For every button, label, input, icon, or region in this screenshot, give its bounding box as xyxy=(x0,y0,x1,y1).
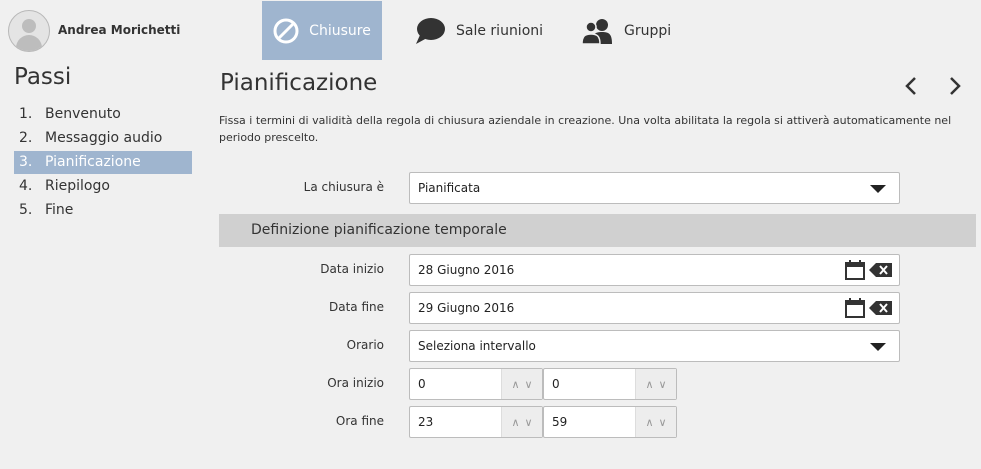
start-minutes-stepper[interactable]: 0 ∧ ∨ xyxy=(543,368,677,400)
end-hours-value: 23 xyxy=(418,415,434,429)
start-date-label: Data inizio xyxy=(320,262,384,276)
end-hours-stepper[interactable]: 23 ∧ ∨ xyxy=(409,406,543,438)
start-minutes-value: 0 xyxy=(552,377,560,391)
start-time-label: Ora inizio xyxy=(327,376,384,390)
page-description: Fissa i termini di validità della regola… xyxy=(219,114,952,144)
stepper-buttons: ∧ ∨ xyxy=(501,407,542,437)
previous-arrow-icon[interactable] xyxy=(901,74,921,98)
chevron-down-icon[interactable]: ∨ xyxy=(525,416,533,429)
avatar-body xyxy=(16,35,42,51)
users-icon xyxy=(582,18,614,44)
chevron-up-icon[interactable]: ∧ xyxy=(511,378,519,391)
end-date-label: Data fine xyxy=(328,300,384,314)
calendar-icon[interactable] xyxy=(845,298,865,321)
start-hours-value: 0 xyxy=(418,377,426,391)
step-number: 1. xyxy=(19,106,33,122)
dropdown-caret-icon xyxy=(870,185,886,193)
calendar-icon[interactable] xyxy=(845,260,865,283)
schedule-value: Seleziona intervallo xyxy=(418,339,536,353)
step-label: Messaggio audio xyxy=(45,130,163,146)
stepper-buttons: ∧ ∨ xyxy=(501,369,542,399)
closure-select[interactable]: Pianificata xyxy=(409,172,900,204)
tab-gruppi[interactable]: Gruppi xyxy=(582,1,671,60)
user-name: Andrea Morichetti xyxy=(58,23,181,37)
tab-label: Chiusure xyxy=(309,22,371,39)
speech-bubble-icon xyxy=(414,17,446,45)
chevron-up-icon[interactable]: ∧ xyxy=(645,378,653,391)
clear-icon[interactable] xyxy=(869,262,893,281)
steps-title: Passi xyxy=(14,64,72,90)
tab-label: Gruppi xyxy=(624,22,672,39)
step-fine[interactable]: 5. Fine xyxy=(14,199,192,222)
closure-value: Pianificata xyxy=(418,181,481,195)
stepper-buttons: ∧ ∨ xyxy=(635,407,676,437)
end-minutes-value: 59 xyxy=(552,415,568,429)
step-number: 2. xyxy=(19,130,33,146)
chevron-down-icon[interactable]: ∨ xyxy=(659,416,667,429)
schedule-select[interactable]: Seleziona intervallo xyxy=(409,330,900,362)
chevron-up-icon[interactable]: ∧ xyxy=(511,416,519,429)
avatar-head xyxy=(22,19,36,33)
start-date-field[interactable]: 28 Giugno 2016 xyxy=(409,254,900,286)
step-number: 3. xyxy=(19,154,33,170)
next-arrow-icon[interactable] xyxy=(945,74,965,98)
step-label: Benvenuto xyxy=(45,106,121,122)
step-benvenuto[interactable]: 1. Benvenuto xyxy=(14,103,192,126)
avatar[interactable] xyxy=(8,10,50,52)
end-time-label: Ora fine xyxy=(335,414,384,428)
stepper-buttons: ∧ ∨ xyxy=(635,369,676,399)
no-entry-icon xyxy=(273,18,299,44)
chevron-down-icon[interactable]: ∨ xyxy=(659,378,667,391)
section-header: Definizione pianificazione temporale xyxy=(219,214,976,247)
step-number: 5. xyxy=(19,202,33,218)
end-date-value: 29 Giugno 2016 xyxy=(418,301,515,315)
clear-icon[interactable] xyxy=(869,300,893,319)
chevron-up-icon[interactable]: ∧ xyxy=(645,416,653,429)
tab-sale-riunioni[interactable]: Sale riunioni xyxy=(414,1,543,60)
schedule-label: Orario xyxy=(346,338,384,352)
step-number: 4. xyxy=(19,178,33,194)
dropdown-caret-icon xyxy=(870,343,886,351)
tab-label: Sale riunioni xyxy=(456,22,544,39)
chevron-down-icon[interactable]: ∨ xyxy=(525,378,533,391)
step-label: Riepilogo xyxy=(45,178,110,194)
page-title: Pianificazione xyxy=(220,70,378,96)
step-messaggio-audio[interactable]: 2. Messaggio audio xyxy=(14,127,192,150)
start-date-value: 28 Giugno 2016 xyxy=(418,263,515,277)
end-date-field[interactable]: 29 Giugno 2016 xyxy=(409,292,900,324)
step-riepilogo[interactable]: 4. Riepilogo xyxy=(14,175,192,198)
end-minutes-stepper[interactable]: 59 ∧ ∨ xyxy=(543,406,677,438)
step-label: Fine xyxy=(45,202,74,218)
tab-chiusure[interactable]: Chiusure xyxy=(262,1,382,60)
closure-label: La chiusura è xyxy=(303,180,384,194)
start-hours-stepper[interactable]: 0 ∧ ∨ xyxy=(409,368,543,400)
step-label: Pianificazione xyxy=(45,154,141,170)
step-pianificazione[interactable]: 3. Pianificazione xyxy=(14,151,192,174)
